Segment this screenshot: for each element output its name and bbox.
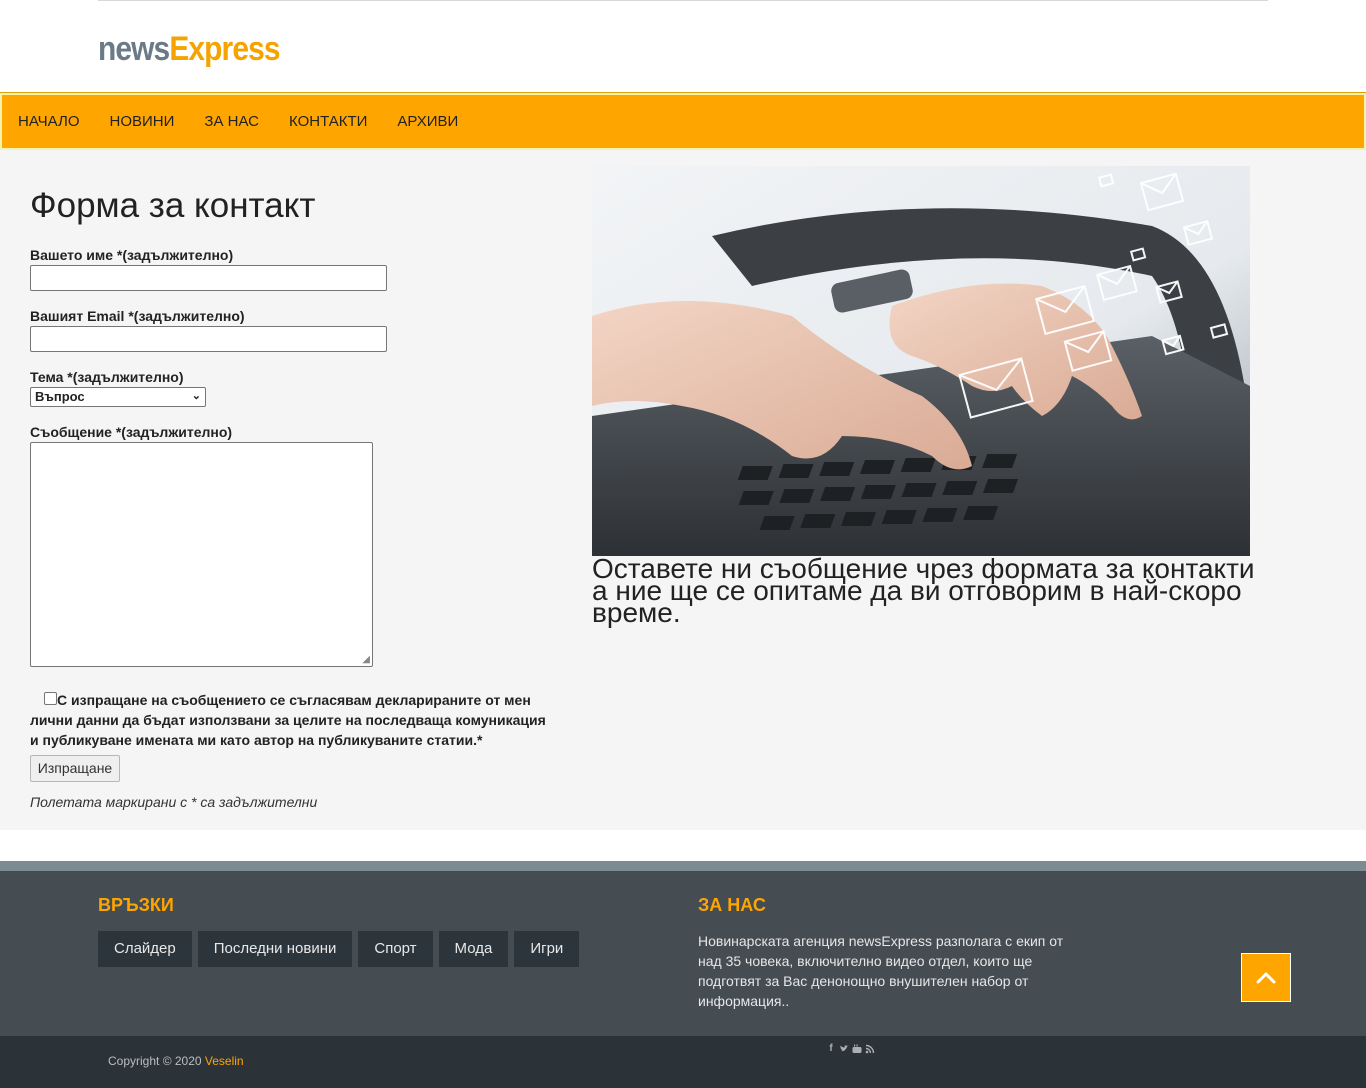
footer-link-slider[interactable]: Слайдер	[98, 931, 192, 967]
contact-blurb: Оставете ни съобщение чрез формата за ко…	[592, 553, 1255, 628]
copyright-text: Copyright © 2020 Veselin	[108, 1054, 244, 1068]
email-input[interactable]	[30, 326, 387, 352]
footer-link-sport[interactable]: Спорт	[358, 931, 433, 967]
copyright-bar: Copyright © 2020 Veselin f	[0, 1036, 1366, 1088]
nav-item-news[interactable]: НОВИНИ	[110, 113, 175, 130]
footer-link-latest-news[interactable]: Последни новини	[197, 931, 353, 967]
message-textarea[interactable]: ◢	[30, 442, 373, 667]
name-label: Вашето име *(задължително)	[30, 247, 234, 263]
copyright-author-link[interactable]: Veselin	[205, 1054, 244, 1068]
copyright-prefix: Copyright © 2020	[108, 1054, 202, 1068]
contact-image	[592, 166, 1250, 556]
message-label: Съобщение *(задължително)	[30, 424, 233, 440]
logo-text-news: news	[98, 30, 170, 68]
site-logo[interactable]: newsExpress	[98, 30, 280, 69]
youtube-icon[interactable]	[852, 1044, 862, 1054]
chevron-up-icon	[1256, 972, 1276, 984]
consent-text: С изпращане на съобщението се съгласявам…	[30, 692, 546, 748]
social-links: f	[826, 1044, 875, 1054]
subject-select[interactable]: Въпрос ⌄	[30, 387, 206, 407]
main-navigation: НАЧАЛО НОВИНИ ЗА НАС КОНТАКТИ АРХИВИ	[0, 92, 1366, 151]
subject-label: Тема *(задължително)	[30, 369, 184, 385]
top-divider	[98, 0, 1268, 1]
footer-link-games[interactable]: Игри	[514, 931, 580, 967]
twitter-icon[interactable]	[839, 1044, 849, 1054]
required-fields-note: Полетата маркирани с * са задължителни	[30, 794, 318, 810]
contact-section: Форма за контакт Вашето име *(задължител…	[0, 150, 1366, 830]
links-title: ВРЪЗКИ	[98, 895, 174, 915]
submit-button[interactable]: Изпращане	[30, 755, 120, 782]
footer-links: Слайдер Последни новини Спорт Мода Игри	[98, 931, 585, 967]
scroll-to-top-button[interactable]	[1241, 953, 1291, 1002]
name-input[interactable]	[30, 265, 387, 291]
nav-item-contacts[interactable]: КОНТАКТИ	[289, 113, 367, 130]
nav-item-home[interactable]: НАЧАЛО	[18, 113, 80, 130]
subject-selected-value: Въпрос	[35, 389, 85, 404]
logo-text-express: Express	[169, 30, 280, 68]
email-label: Вашият Email *(задължително)	[30, 308, 245, 324]
rss-icon[interactable]	[865, 1044, 875, 1054]
about-title: ЗА НАС	[698, 895, 766, 915]
footer-link-fashion[interactable]: Мода	[438, 931, 509, 967]
site-footer: ВРЪЗКИ Слайдер Последни новини Спорт Мод…	[0, 861, 1366, 1036]
chevron-down-icon: ⌄	[191, 390, 201, 402]
page-title: Форма за контакт	[30, 186, 316, 225]
nav-item-about[interactable]: ЗА НАС	[204, 113, 259, 130]
about-text: Новинарската агенция newsExpress разпола…	[698, 933, 1064, 1009]
resize-handle-icon[interactable]: ◢	[362, 654, 370, 665]
facebook-icon[interactable]: f	[826, 1044, 836, 1054]
nav-item-archives[interactable]: АРХИВИ	[397, 113, 458, 130]
